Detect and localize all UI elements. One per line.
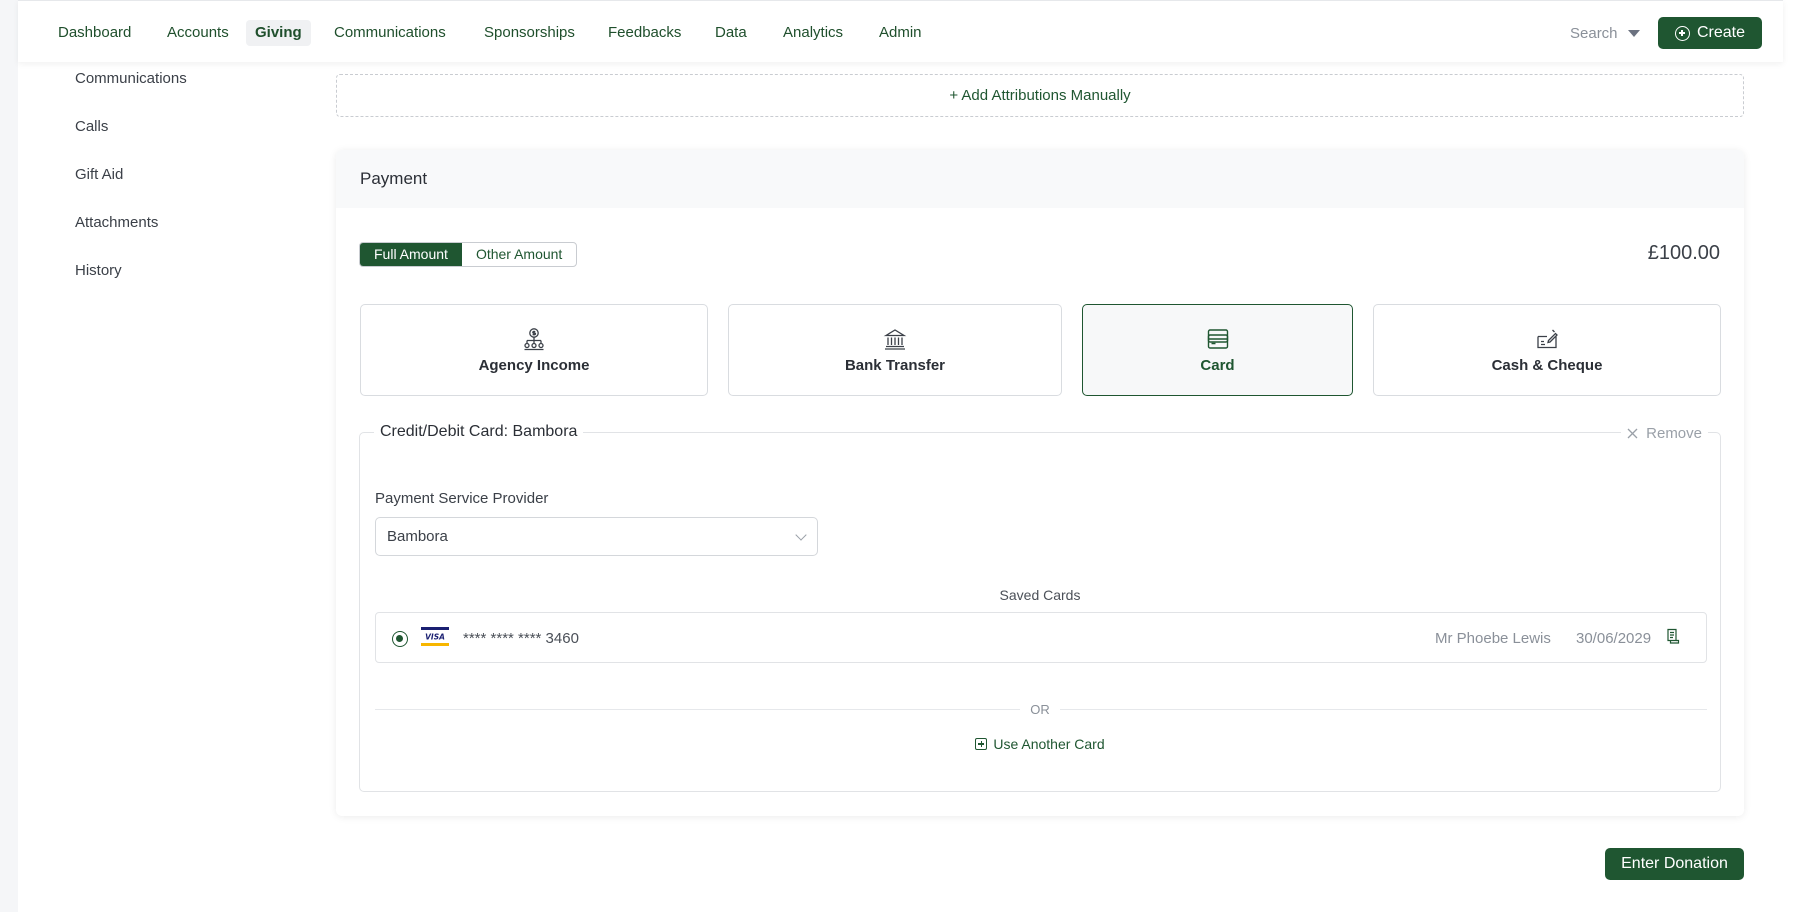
nav-feedbacks[interactable]: Feedbacks bbox=[599, 20, 690, 46]
nav-giving[interactable]: Giving bbox=[246, 20, 311, 46]
card-holder: Mr Phoebe Lewis bbox=[1435, 630, 1551, 647]
plus-square-icon bbox=[975, 738, 988, 750]
search-dropdown[interactable]: Search bbox=[1570, 22, 1640, 44]
other-amount-option[interactable]: Other Amount bbox=[462, 243, 576, 266]
psp-select-value: Bambora bbox=[387, 528, 448, 545]
create-button[interactable]: Create bbox=[1658, 17, 1762, 49]
use-another-card-label: Use Another Card bbox=[993, 736, 1105, 752]
method-agency-income[interactable]: Agency Income bbox=[360, 304, 708, 396]
nav-communications[interactable]: Communications bbox=[325, 20, 455, 46]
payment-amount: £100.00 bbox=[1647, 242, 1720, 264]
remove-button[interactable]: Remove bbox=[1621, 425, 1708, 442]
card-number: **** **** **** 3460 bbox=[463, 630, 579, 647]
sidebar-item-history[interactable]: History bbox=[75, 262, 122, 279]
card-expiry: 30/06/2029 bbox=[1576, 630, 1652, 647]
close-icon bbox=[1627, 428, 1638, 439]
card-section-title: Credit/Debit Card: Bambora bbox=[374, 423, 584, 441]
sidebar-item-attachments[interactable]: Attachments bbox=[75, 214, 158, 231]
card-icon bbox=[1207, 328, 1228, 349]
nav-admin[interactable]: Admin bbox=[870, 20, 931, 46]
caret-down-icon bbox=[1627, 29, 1640, 37]
saved-card-radio[interactable] bbox=[392, 631, 408, 647]
psp-select[interactable]: Bambora bbox=[375, 517, 818, 556]
visa-icon: VISA bbox=[421, 627, 449, 647]
nav-analytics[interactable]: Analytics bbox=[774, 20, 852, 46]
document-icon[interactable] bbox=[1666, 628, 1680, 644]
search-label: Search bbox=[1570, 24, 1618, 42]
payment-panel: Payment Full Amount Other Amount £100.00… bbox=[336, 150, 1744, 816]
plus-circle-icon bbox=[1674, 25, 1690, 41]
amount-toggle: Full Amount Other Amount bbox=[359, 242, 578, 267]
create-button-label: Create bbox=[1696, 24, 1746, 41]
or-label: OR bbox=[1020, 702, 1060, 717]
sidebar-item-calls[interactable]: Calls bbox=[75, 118, 108, 135]
method-label: Agency Income bbox=[478, 356, 590, 374]
sidebar-item-communications[interactable]: Communications bbox=[75, 70, 187, 87]
payment-title: Payment bbox=[336, 150, 1744, 208]
method-label: Card bbox=[1200, 356, 1235, 374]
method-label: Cash & Cheque bbox=[1491, 356, 1603, 374]
nav-dashboard[interactable]: Dashboard bbox=[49, 20, 140, 46]
bank-icon bbox=[883, 328, 907, 350]
use-another-wrap: Use Another Card bbox=[360, 736, 1720, 752]
remove-label: Remove bbox=[1646, 425, 1702, 442]
svg-text:VISA: VISA bbox=[425, 633, 445, 642]
method-card[interactable]: Card bbox=[1082, 304, 1353, 396]
full-amount-option[interactable]: Full Amount bbox=[360, 243, 462, 266]
add-attributions-button[interactable]: + Add Attributions Manually bbox=[336, 74, 1744, 117]
chevron-down-icon bbox=[795, 529, 807, 541]
agency-icon bbox=[524, 327, 544, 350]
use-another-card-button[interactable]: Use Another Card bbox=[975, 736, 1105, 752]
enter-donation-button[interactable]: Enter Donation bbox=[1605, 848, 1744, 880]
card-section: Credit/Debit Card: Bambora Remove Paymen… bbox=[359, 423, 1721, 792]
top-navigation: Dashboard Accounts Giving Communications… bbox=[18, 0, 1783, 62]
method-label: Bank Transfer bbox=[844, 356, 946, 374]
saved-card-row[interactable]: VISA **** **** **** 3460 Mr Phoebe Lewis… bbox=[375, 612, 1707, 663]
method-cash-cheque[interactable]: Cash & Cheque bbox=[1373, 304, 1721, 396]
saved-cards-title: Saved Cards bbox=[999, 587, 1081, 603]
method-bank-transfer[interactable]: Bank Transfer bbox=[728, 304, 1062, 396]
or-label-wrap: OR bbox=[360, 701, 1720, 719]
nav-data[interactable]: Data bbox=[706, 20, 756, 46]
cheque-icon bbox=[1537, 329, 1558, 348]
nav-sponsorships[interactable]: Sponsorships bbox=[475, 20, 584, 46]
nav-accounts[interactable]: Accounts bbox=[158, 20, 238, 46]
psp-label: Payment Service Provider bbox=[375, 490, 549, 507]
sidebar-item-gift-aid[interactable]: Gift Aid bbox=[75, 166, 123, 183]
